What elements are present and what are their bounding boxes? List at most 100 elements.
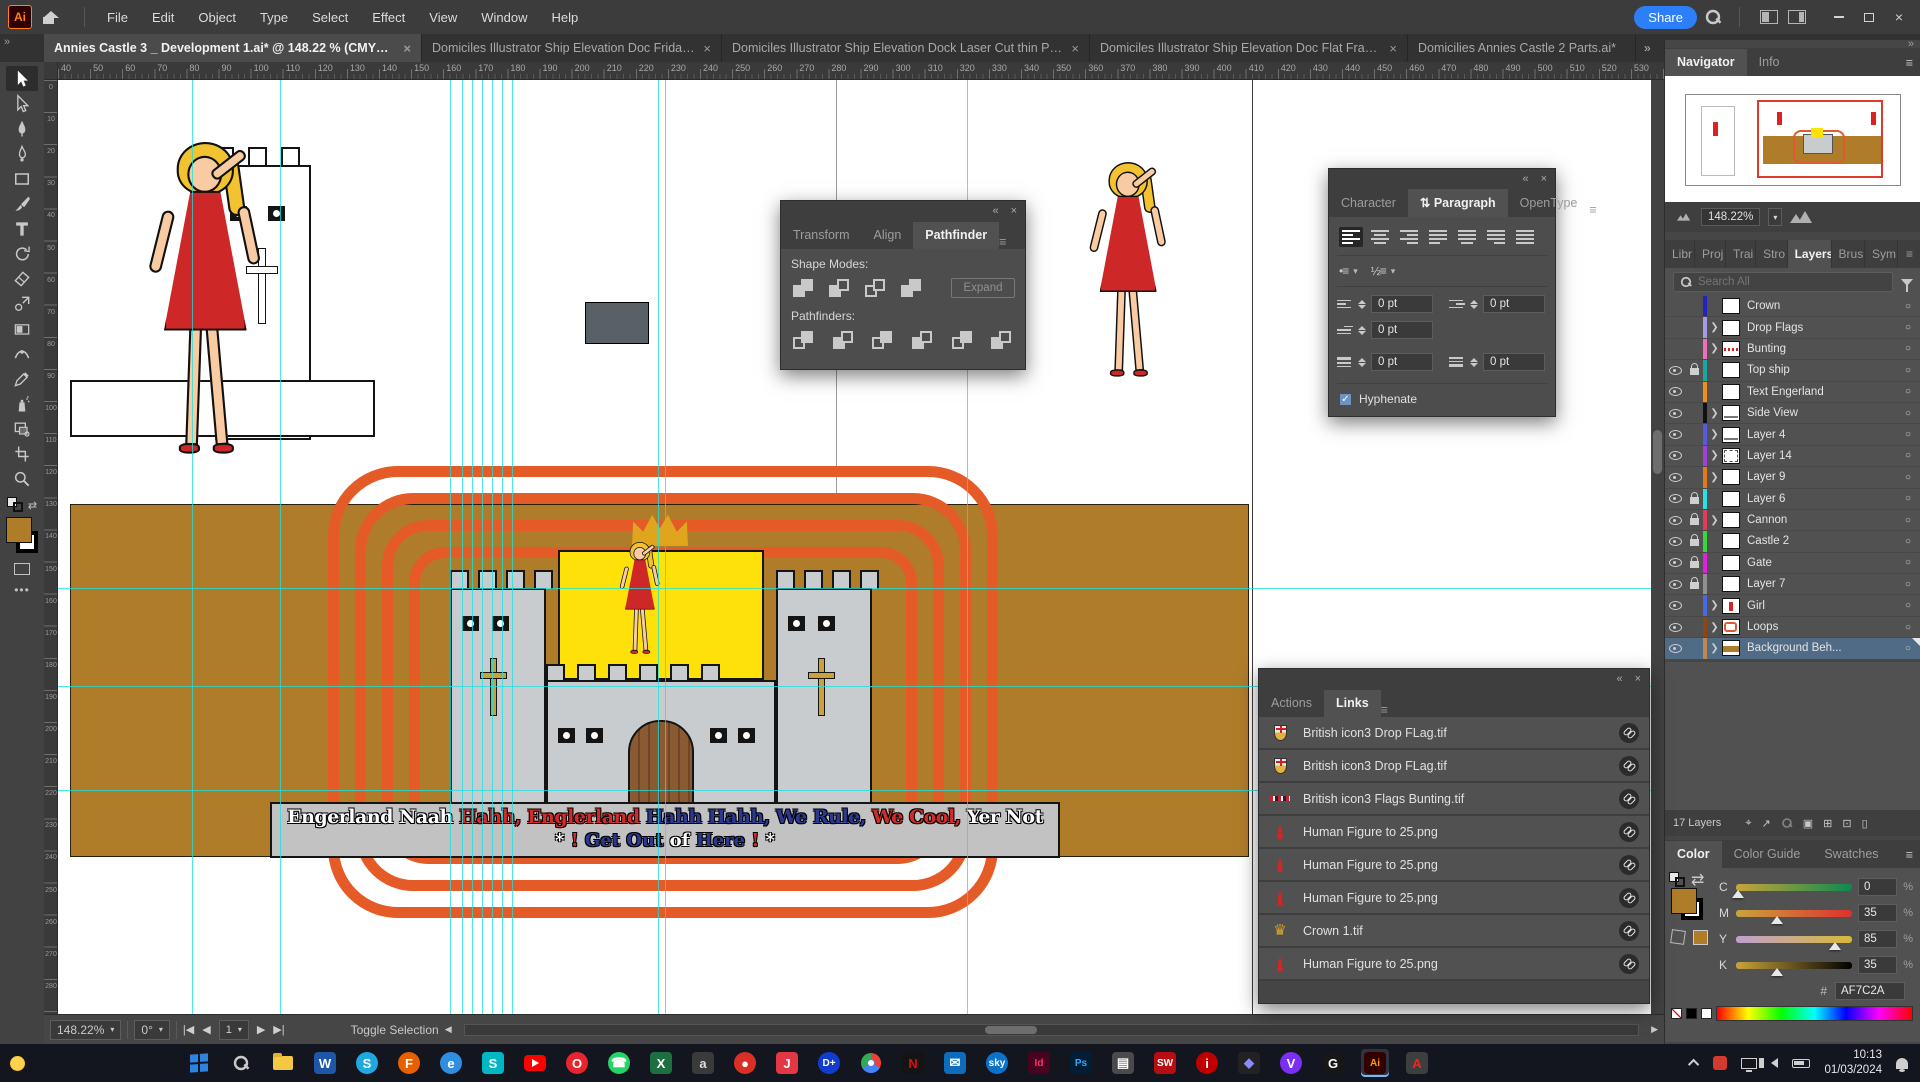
document-tab-3[interactable]: Domiciles Illustrator Ship Elevation Doc… xyxy=(722,34,1090,62)
solidworks-icon[interactable]: SW xyxy=(1151,1049,1179,1077)
close-button[interactable]: × xyxy=(1884,4,1914,30)
cross-art[interactable] xyxy=(818,658,825,716)
layer-row-background-beh-[interactable]: ❯Background Beh...○ xyxy=(1665,638,1920,659)
visibility-toggle[interactable] xyxy=(1665,366,1685,375)
layer-row-side-view[interactable]: ❯Side View○ xyxy=(1665,403,1920,424)
menu-window[interactable]: Window xyxy=(469,0,539,34)
tab-color-guide[interactable]: Color Guide xyxy=(1722,841,1813,868)
expand-chevron-icon[interactable]: ❯ xyxy=(1707,322,1722,333)
slice-tool[interactable] xyxy=(6,441,38,466)
horizontal-scrollbar[interactable] xyxy=(464,1024,1639,1036)
layer-row-layer-14[interactable]: ❯Layer 14○ xyxy=(1665,446,1920,467)
start-icon[interactable] xyxy=(185,1049,213,1077)
girl-figure-art[interactable] xyxy=(147,142,264,460)
link-row[interactable]: Human Figure to 25.png xyxy=(1259,948,1649,981)
dock-tab-layers[interactable]: Layers xyxy=(1788,240,1832,268)
shape-builder-tool[interactable] xyxy=(6,291,38,316)
slider-value-field[interactable]: 0 xyxy=(1858,878,1897,896)
align-center-button[interactable] xyxy=(1368,227,1392,247)
lock-toggle[interactable] xyxy=(1685,579,1703,589)
outline-icon[interactable] xyxy=(950,329,976,351)
target-circle-icon[interactable]: ○ xyxy=(1895,429,1920,440)
word-icon[interactable]: W xyxy=(311,1049,339,1077)
dock-tab-brus[interactable]: Brus xyxy=(1832,240,1865,268)
illustrator-logo-icon[interactable]: Ai xyxy=(8,5,32,29)
home-icon[interactable] xyxy=(38,6,64,28)
last-artboard-button[interactable]: ▶| xyxy=(273,1023,284,1036)
minus-back-icon[interactable] xyxy=(989,329,1015,351)
fill-swatch[interactable] xyxy=(6,517,32,543)
chrome-icon[interactable] xyxy=(857,1049,885,1077)
gradient-tool[interactable] xyxy=(6,316,38,341)
search-icon[interactable] xyxy=(1706,10,1720,24)
slider-thumb[interactable] xyxy=(1829,942,1841,950)
file-explorer-icon[interactable] xyxy=(269,1049,297,1077)
align-left-button[interactable] xyxy=(1339,227,1363,247)
menu-object[interactable]: Object xyxy=(186,0,248,34)
visibility-toggle[interactable] xyxy=(1665,409,1685,418)
visibility-toggle[interactable] xyxy=(1665,387,1685,396)
link-row[interactable]: Human Figure to 25.png xyxy=(1259,849,1649,882)
layer-thumbnail[interactable] xyxy=(1722,555,1740,571)
minimize-button[interactable] xyxy=(1824,4,1854,30)
merge-icon[interactable] xyxy=(870,329,896,351)
slider-value-field[interactable]: 35 xyxy=(1858,956,1897,974)
volume-icon[interactable] xyxy=(1771,1058,1778,1068)
right-indent-field[interactable]: 0 pt xyxy=(1483,295,1545,313)
layer-thumbnail[interactable] xyxy=(1722,512,1740,528)
layer-thumbnail[interactable] xyxy=(1722,448,1740,464)
layer-thumbnail[interactable] xyxy=(1722,469,1740,485)
dock-tab-proj[interactable]: Proj xyxy=(1695,240,1726,268)
target-circle-icon[interactable]: ○ xyxy=(1895,493,1920,504)
new-layer-icon[interactable]: ⊡ xyxy=(1842,817,1851,830)
whatsapp-icon[interactable]: ☎ xyxy=(605,1049,633,1077)
exclude-icon[interactable] xyxy=(899,277,925,299)
eyedropper-tool[interactable] xyxy=(6,366,38,391)
layer-row-castle-2[interactable]: Castle 2○ xyxy=(1665,531,1920,552)
target-circle-icon[interactable]: ○ xyxy=(1895,515,1920,526)
layer-thumbnail[interactable] xyxy=(1722,362,1740,378)
artboard-tool[interactable] xyxy=(6,416,38,441)
rotation-select[interactable]: 0°▾ xyxy=(134,1020,170,1040)
illustrator-icon[interactable]: Ai xyxy=(1361,1049,1389,1077)
github-icon[interactable]: G xyxy=(1319,1049,1347,1077)
linked-chain-icon[interactable] xyxy=(1619,822,1639,842)
scroll-left-arrow[interactable]: ◀ xyxy=(445,1024,452,1035)
expand-chevron-icon[interactable]: ❯ xyxy=(1707,343,1722,354)
curvature-tool[interactable] xyxy=(6,141,38,166)
search-input[interactable] xyxy=(1698,276,1818,288)
lock-toggle[interactable] xyxy=(1685,494,1703,504)
direct-selection-tool[interactable] xyxy=(6,91,38,116)
intersect-icon[interactable] xyxy=(863,277,889,299)
trim-icon[interactable] xyxy=(831,329,857,351)
lock-toggle[interactable] xyxy=(1685,365,1703,375)
target-circle-icon[interactable]: ○ xyxy=(1895,343,1920,354)
zoom-level-select[interactable]: 148.22%▾ xyxy=(50,1020,121,1040)
tab-navigator[interactable]: Navigator xyxy=(1665,49,1747,76)
close-tab-icon[interactable]: × xyxy=(703,41,711,56)
collapse-panel-icon[interactable]: « xyxy=(1522,173,1528,185)
tab-actions[interactable]: Actions xyxy=(1259,690,1324,717)
layer-row-loops[interactable]: ❯Loops○ xyxy=(1665,617,1920,638)
lock-toggle[interactable] xyxy=(1685,558,1703,568)
target-circle-icon[interactable]: ○ xyxy=(1895,557,1920,568)
pen-tool[interactable] xyxy=(6,116,38,141)
document-tab-5[interactable]: Domicilies Annies Castle 2 Parts.ai* xyxy=(1408,34,1636,62)
tab-pathfinder[interactable]: Pathfinder xyxy=(913,222,999,249)
panel-menu-icon[interactable]: ≡ xyxy=(1898,842,1920,868)
tab-info[interactable]: Info xyxy=(1747,49,1792,76)
dock-tab-libr[interactable]: Libr xyxy=(1665,240,1695,268)
layer-row-bunting[interactable]: ❯Bunting○ xyxy=(1665,339,1920,360)
align-right-button[interactable] xyxy=(1397,227,1421,247)
slider-thumb[interactable] xyxy=(1771,916,1783,924)
justify-last-center-button[interactable] xyxy=(1455,227,1479,247)
document-tab-4[interactable]: Domiciles Illustrator Ship Elevation Doc… xyxy=(1090,34,1408,62)
visibility-toggle[interactable] xyxy=(1665,430,1685,439)
zoom-tool[interactable] xyxy=(6,466,38,491)
weather-icon[interactable] xyxy=(10,1056,25,1071)
store-icon[interactable]: S xyxy=(479,1049,507,1077)
justify-last-left-button[interactable] xyxy=(1426,227,1450,247)
document-tab-2[interactable]: Domiciles Illustrator Ship Elevation Doc… xyxy=(422,34,722,62)
search-layer-icon[interactable] xyxy=(1782,818,1792,828)
last-color-swatch[interactable] xyxy=(1693,930,1708,945)
